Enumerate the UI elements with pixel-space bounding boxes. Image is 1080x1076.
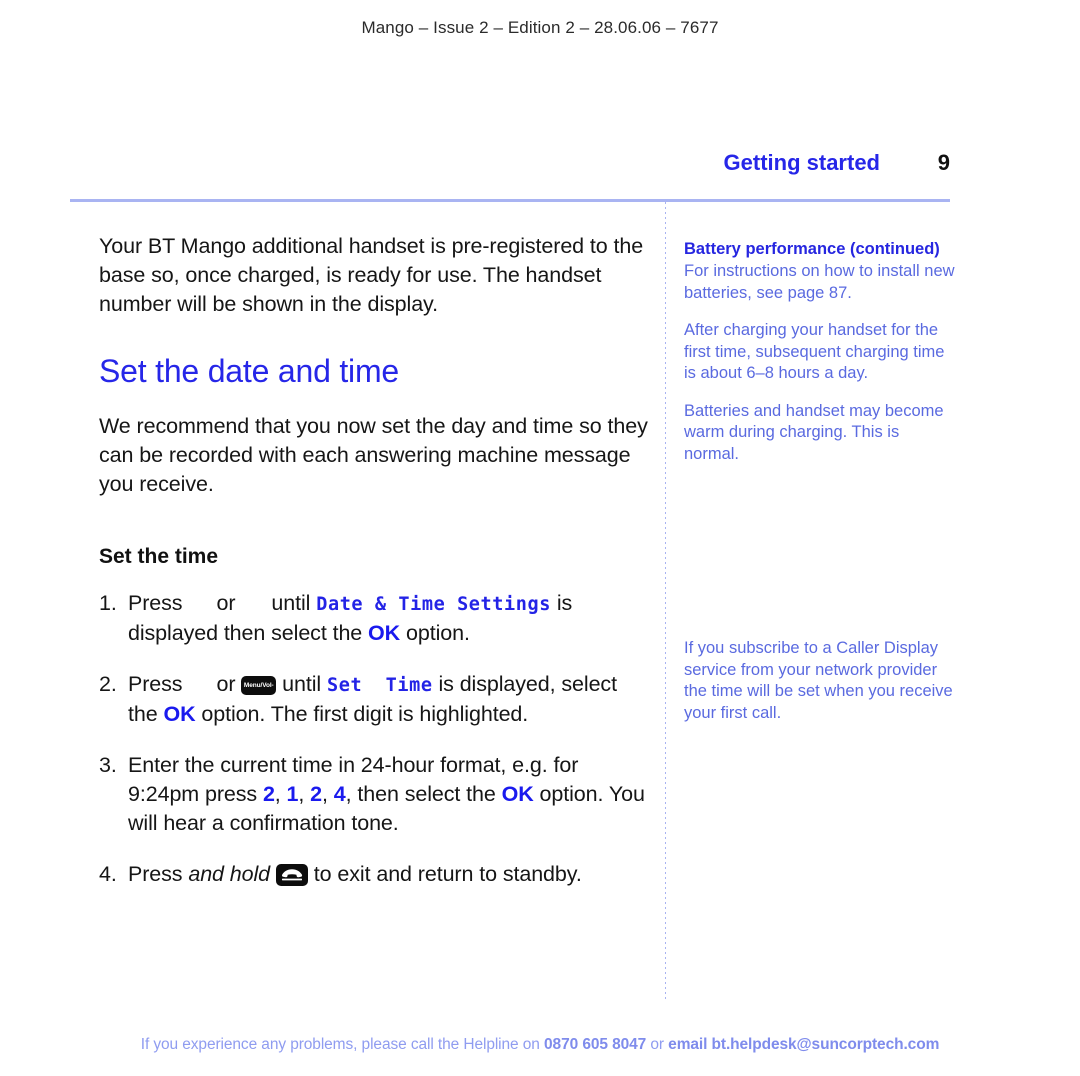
chapter-title: Getting started (723, 150, 880, 175)
down-key-icon (235, 596, 271, 612)
step-1-text-2: or (216, 591, 236, 615)
step-2-number: 2. (99, 672, 117, 696)
sidebar-column: Battery performance (continued) For inst… (684, 238, 956, 740)
step-2: 2. Press or Menu/Vol- until Set Time is di… (99, 670, 649, 729)
step-2-text-5: option. The first digit is highlighted. (201, 702, 529, 726)
step-3-digit-3: 2 (310, 782, 323, 806)
sidebar-note-body: After charging your handset for the firs… (684, 321, 945, 382)
footer-phone: 0870 605 8047 (544, 1036, 647, 1053)
footer-helpline: If you experience any problems, please c… (0, 1036, 1080, 1054)
step-3-digit-2: 1 (286, 782, 299, 806)
up-key-icon (182, 677, 216, 693)
footer-email[interactable]: email bt.helpdesk@suncorptech.com (668, 1036, 939, 1053)
step-1-display-text: Date & Time Settings (316, 594, 551, 615)
step-2-ok-label: OK (163, 702, 196, 726)
sidebar-note-body: For instructions on how to install new b… (684, 262, 955, 302)
main-column: Your BT Mango additional handset is pre-… (99, 232, 649, 911)
section-title: Set the date and time (99, 353, 400, 389)
sidebar-late-note: If you subscribe to a Caller Display ser… (684, 639, 953, 722)
sidebar-note-heading: Battery performance (continued) (684, 240, 940, 258)
chapter-header: Getting started 9 (70, 150, 950, 180)
column-divider (665, 202, 666, 1002)
page-number: 9 (937, 150, 950, 175)
footer-text-before: If you experience any problems, please c… (140, 1036, 545, 1053)
step-3-digit-1: 2 (262, 782, 275, 806)
end-call-key-icon (275, 864, 308, 886)
step-1-text-3: until (271, 591, 311, 615)
section-paragraph: We recommend that you now set the day an… (99, 414, 648, 496)
step-1-text-1: Press (128, 591, 183, 615)
intro-paragraph: Your BT Mango additional handset is pre-… (99, 234, 644, 316)
step-1-number: 1. (99, 591, 117, 615)
step-1-text-5: option. (405, 621, 470, 645)
step-4-text-1: Press (128, 862, 183, 886)
step-4-number: 4. (99, 862, 117, 886)
menu-vol-key-icon: Menu/Vol- (241, 676, 277, 695)
header-rule (70, 199, 950, 202)
step-3-digit-4: 4 (333, 782, 346, 806)
step-2-text-3: until (282, 672, 322, 696)
phone-handset-glyph (281, 869, 303, 881)
step-1-ok-label: OK (368, 621, 401, 645)
step-1: 1. Press or until Date & Time Settings is d… (99, 589, 649, 648)
step-3: 3. Enter the current time in 24-hour form… (99, 753, 645, 835)
steps-list: 1. Press or until Date & Time Settings is d… (99, 589, 649, 889)
up-key-icon (182, 596, 216, 612)
subsection-title: Set the time (99, 545, 219, 568)
step-3-number: 3. (99, 753, 117, 777)
step-4: 4. Press and hold to exit and return to s… (99, 860, 649, 889)
sidebar-note-body: Batteries and handset may become warm du… (684, 401, 944, 463)
step-3-text-2: , then select the (345, 782, 496, 806)
footer-text-middle: or (646, 1036, 669, 1053)
step-3-ok-label: OK (501, 782, 534, 806)
step-2-text-2: or (216, 672, 236, 696)
step-2-display-text: Set Time (326, 675, 433, 696)
step-4-text-2: to exit and return to standby. (313, 862, 582, 886)
step-2-text-1: Press (128, 672, 183, 696)
running-header: Mango – Issue 2 – Edition 2 – 28.06.06 –… (361, 18, 719, 37)
step-4-emphasis: and hold (188, 862, 271, 886)
